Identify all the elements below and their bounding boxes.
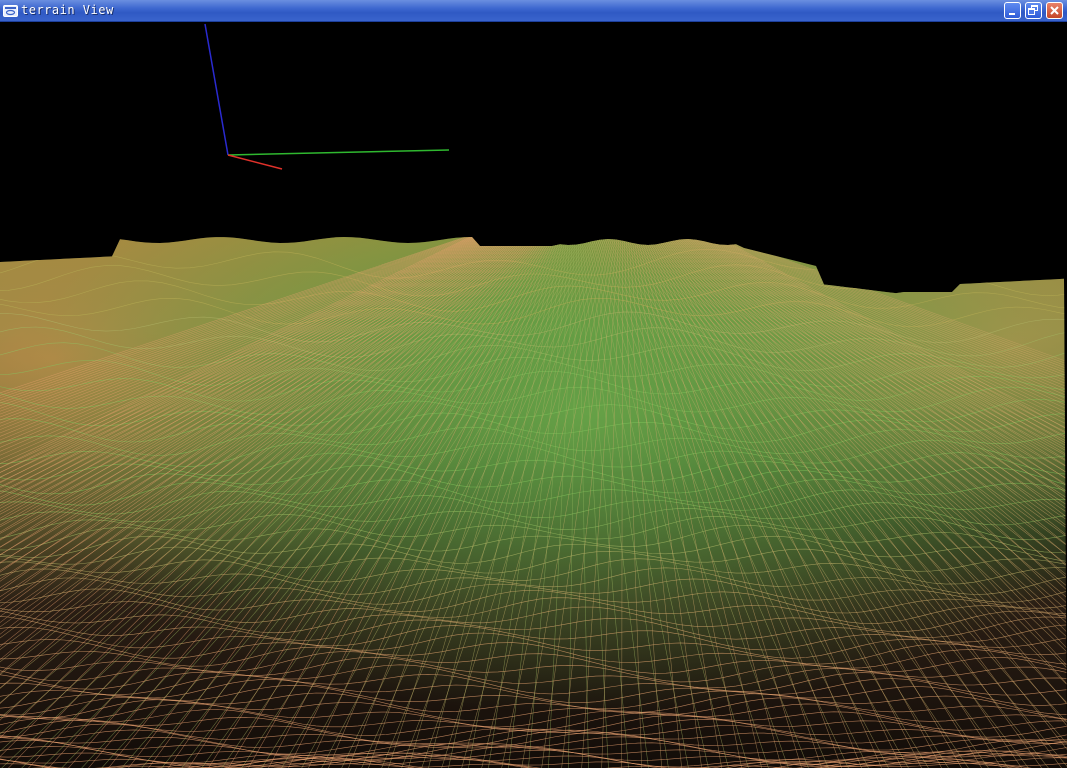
axis-gizmo xyxy=(204,23,450,170)
terrain-view-window: terrain View xyxy=(0,0,1067,768)
app-window-icon[interactable] xyxy=(3,3,18,17)
3d-viewport[interactable] xyxy=(0,22,1067,768)
close-button[interactable] xyxy=(1046,2,1063,19)
close-icon xyxy=(1050,6,1059,15)
window-title: terrain View xyxy=(21,3,114,17)
title-bar[interactable]: terrain View xyxy=(0,0,1067,22)
y-axis-line xyxy=(227,149,450,156)
z-axis-line xyxy=(204,23,229,156)
restore-button[interactable] xyxy=(1025,2,1042,19)
terrain-canvas[interactable] xyxy=(0,22,1067,768)
restore-icon xyxy=(1028,5,1038,15)
terrain-mesh xyxy=(0,237,1067,768)
x-axis-line xyxy=(227,154,283,170)
minimize-button[interactable] xyxy=(1004,2,1021,19)
minimize-icon xyxy=(1009,13,1015,15)
